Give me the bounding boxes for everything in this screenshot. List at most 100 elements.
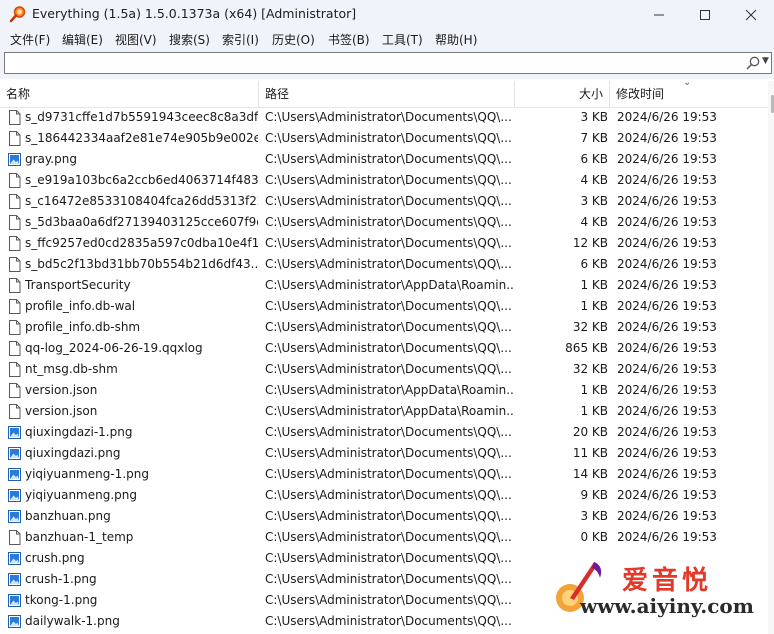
menu-bookmarks[interactable]: 书签(B): [328, 31, 370, 48]
file-path: C:\Users\Administrator\Documents\QQ\...: [265, 614, 512, 628]
file-size: 1 KB: [580, 299, 608, 313]
file-path: C:\Users\Administrator\AppData\Roamin...: [265, 383, 515, 397]
watermark-url: www.aiyiny.com: [580, 594, 754, 618]
file-size: 4 KB: [580, 215, 608, 229]
file-date: 2024/6/26 19:53: [617, 152, 717, 166]
file-icon: [9, 257, 21, 272]
file-size: 9 KB: [580, 488, 608, 502]
menu-history[interactable]: 历史(O): [272, 31, 315, 48]
table-row[interactable]: s_c16472e8533108404fca26dd5313f223 C:\Use…: [0, 191, 768, 212]
file-size: 7 KB: [580, 131, 608, 145]
file-path: C:\Users\Administrator\Documents\QQ\...: [265, 194, 512, 208]
file-name: banzhuan.png: [25, 509, 111, 523]
minimize-icon: [654, 14, 664, 15]
table-row[interactable]: qiuxingdazi-1.png C:\Users\Administrator\…: [0, 422, 768, 443]
file-path: C:\Users\Administrator\Documents\QQ\...: [265, 551, 512, 565]
table-row[interactable]: version.json C:\Users\Administrator\AppDa…: [0, 380, 768, 401]
close-button[interactable]: [728, 0, 774, 29]
table-row[interactable]: s_ffc9257ed0cd2835a597c0dba10e4f1f C:\Use…: [0, 233, 768, 254]
column-size[interactable]: 大小: [515, 81, 610, 107]
table-row[interactable]: s_bd5c2f13bd31bb70b554b21d6df43... C:\Use…: [0, 254, 768, 275]
file-name: s_e919a103bc6a2ccb6ed4063714f48314: [25, 173, 258, 187]
file-path: C:\Users\Administrator\Documents\QQ\...: [265, 152, 512, 166]
menu-file[interactable]: 文件(F): [10, 31, 50, 48]
file-icon: [9, 362, 21, 377]
file-path: C:\Users\Administrator\Documents\QQ\...: [265, 467, 512, 481]
table-row[interactable]: profile_info.db-shm C:\Users\Administrato…: [0, 317, 768, 338]
minimize-button[interactable]: [636, 0, 682, 29]
column-date-label: 修改时间: [616, 87, 665, 101]
table-row[interactable]: qiuxingdazi.png C:\Users\Administrator\Do…: [0, 443, 768, 464]
table-row[interactable]: yiqiyuanmeng-1.png C:\Users\Administrator…: [0, 464, 768, 485]
file-path: C:\Users\Administrator\Documents\QQ\...: [265, 299, 512, 313]
table-row[interactable]: s_186442334aaf2e81e74e905b9e002efb C:\Use…: [0, 128, 768, 149]
file-date: 2024/6/26 19:53: [617, 446, 717, 460]
table-row[interactable]: s_d9731cffe1d7b5591943ceec8c8a3df3 C:\Use…: [0, 107, 768, 128]
vertical-scrollbar[interactable]: [768, 81, 774, 634]
file-size: 32 KB: [572, 362, 608, 376]
file-date: 2024/6/26 19:53: [617, 215, 717, 229]
file-path: C:\Users\Administrator\AppData\Roamin...: [265, 278, 515, 292]
menu-tools[interactable]: 工具(T): [382, 31, 423, 48]
table-row[interactable]: banzhuan-1_temp C:\Users\Administrator\Do…: [0, 527, 768, 548]
menu-index[interactable]: 索引(I): [222, 31, 259, 48]
file-name: version.json: [25, 383, 98, 397]
table-row[interactable]: TransportSecurity C:\Users\Administrator\…: [0, 275, 768, 296]
column-name[interactable]: 名称: [0, 81, 259, 107]
file-date: 2024/6/26 19:53: [617, 320, 717, 334]
sort-descending-icon: ⌄: [683, 77, 692, 88]
file-name: profile_info.db-wal: [25, 299, 136, 313]
file-path: C:\Users\Administrator\Documents\QQ\...: [265, 131, 512, 145]
file-size: 4 KB: [580, 173, 608, 187]
table-row[interactable]: s_5d3baa0a6df27139403125cce607f9d7 C:\Use…: [0, 212, 768, 233]
maximize-button[interactable]: [682, 0, 728, 29]
file-path: C:\Users\Administrator\Documents\QQ\...: [265, 488, 512, 502]
file-date: 2024/6/26 19:53: [617, 530, 717, 544]
file-icon: [9, 320, 21, 335]
file-name: s_ffc9257ed0cd2835a597c0dba10e4f1f: [25, 236, 258, 250]
file-name: qiuxingdazi-1.png: [25, 425, 133, 439]
table-row[interactable]: version.json C:\Users\Administrator\AppDa…: [0, 401, 768, 422]
file-name: gray.png: [25, 152, 77, 166]
file-date: 2024/6/26 19:53: [617, 425, 717, 439]
file-name: crush.png: [25, 551, 85, 565]
search-input[interactable]: [4, 52, 772, 74]
table-row[interactable]: profile_info.db-wal C:\Users\Administrato…: [0, 296, 768, 317]
file-date: 2024/6/26 19:53: [617, 194, 717, 208]
table-row[interactable]: qq-log_2024-06-26-19.qqxlog C:\Users\Admi…: [0, 338, 768, 359]
file-size: 865 KB: [565, 341, 608, 355]
menu-view[interactable]: 视图(V): [115, 31, 157, 48]
table-row[interactable]: gray.png C:\Users\Administrator\Documents…: [0, 149, 768, 170]
file-size: 1 KB: [580, 383, 608, 397]
file-size: 14 KB: [572, 467, 608, 481]
file-size: 20 KB: [572, 425, 608, 439]
table-row[interactable]: banzhuan.png C:\Users\Administrator\Docum…: [0, 506, 768, 527]
file-size: 6 KB: [580, 257, 608, 271]
watermark-chinese: 爱音悦: [622, 566, 713, 596]
file-date: 2024/6/26 19:53: [617, 131, 717, 145]
table-row[interactable]: nt_msg.db-shm C:\Users\Administrator\Docu…: [0, 359, 768, 380]
file-size: 3 KB: [580, 110, 608, 124]
file-name: qq-log_2024-06-26-19.qqxlog: [25, 341, 203, 355]
search-icon[interactable]: [745, 55, 761, 71]
file-path: C:\Users\Administrator\Documents\QQ\...: [265, 425, 512, 439]
file-name: dailywalk-1.png: [25, 614, 120, 628]
file-size: 1 KB: [580, 278, 608, 292]
column-path[interactable]: 路径: [259, 81, 515, 107]
table-row[interactable]: s_e919a103bc6a2ccb6ed4063714f48314 C:\Use…: [0, 170, 768, 191]
file-path: C:\Users\Administrator\Documents\QQ\...: [265, 572, 512, 586]
column-path-label: 路径: [265, 87, 290, 101]
file-name: qiuxingdazi.png: [25, 446, 121, 460]
file-path: C:\Users\Administrator\Documents\QQ\...: [265, 530, 512, 544]
table-row[interactable]: yiqiyuanmeng.png C:\Users\Administrator\D…: [0, 485, 768, 506]
file-icon: [9, 404, 21, 419]
file-icon: [9, 383, 21, 398]
image-icon: [8, 153, 21, 166]
menu-search[interactable]: 搜索(S): [169, 31, 210, 48]
file-name: tkong-1.png: [25, 593, 98, 607]
file-name: s_5d3baa0a6df27139403125cce607f9d7: [25, 215, 258, 229]
search-dropdown-icon[interactable]: ▼: [762, 56, 769, 66]
menu-edit[interactable]: 编辑(E): [62, 31, 103, 48]
menu-help[interactable]: 帮助(H): [435, 31, 477, 48]
menu-bar: 文件(F) 编辑(E) 视图(V) 搜索(S) 索引(I) 历史(O) 书签(B…: [0, 29, 774, 49]
